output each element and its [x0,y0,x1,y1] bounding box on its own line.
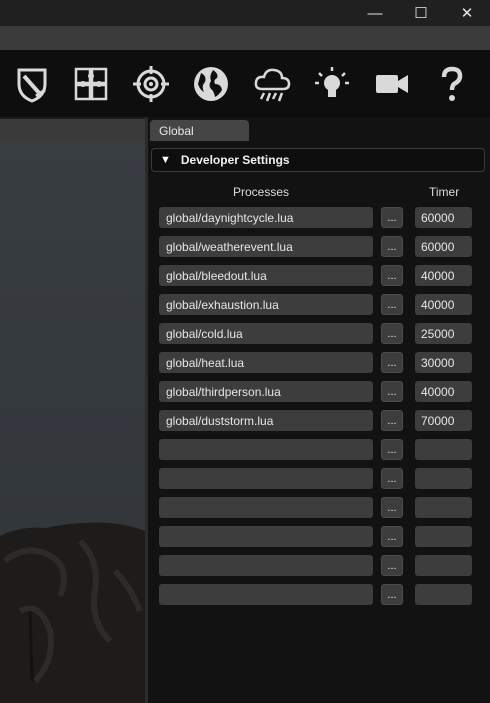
minimize-button[interactable]: — [352,0,398,26]
title-bar: — ☐ ✕ [0,0,490,26]
menu-strip [0,26,490,51]
lightbulb-icon[interactable] [307,50,357,117]
process-input[interactable]: global/exhaustion.lua [159,294,373,315]
browse-button[interactable]: ... [381,323,403,344]
process-input[interactable]: global/thirdperson.lua [159,381,373,402]
maximize-button[interactable]: ☐ [398,0,444,26]
browse-button[interactable]: ... [381,439,403,460]
browse-button[interactable]: ... [381,555,403,576]
processes-column-header: Processes [233,185,290,199]
timer-input[interactable] [415,555,472,576]
browse-button[interactable]: ... [381,381,403,402]
process-input[interactable] [159,497,373,518]
timer-input[interactable]: 60000 [415,207,472,228]
timer-input[interactable]: 70000 [415,410,472,431]
browse-button[interactable]: ... [381,497,403,518]
browse-button[interactable]: ... [381,294,403,315]
timer-input[interactable] [415,468,472,489]
tab-global[interactable]: Global [150,120,249,141]
global-panel: Global ▼ Developer Settings Processes Ti… [148,117,490,703]
process-input[interactable]: global/bleedout.lua [159,265,373,286]
process-input[interactable]: global/heat.lua [159,352,373,373]
browse-button[interactable]: ... [381,352,403,373]
process-input[interactable]: global/weatherevent.lua [159,236,373,257]
help-icon[interactable] [427,50,477,117]
timer-input[interactable]: 25000 [415,323,472,344]
timer-input[interactable] [415,497,472,518]
timer-input[interactable]: 40000 [415,381,472,402]
video-camera-icon[interactable] [367,50,417,117]
viewport-header [0,119,145,141]
timer-input[interactable] [415,584,472,605]
rain-cloud-icon[interactable] [247,50,297,117]
timer-input[interactable] [415,439,472,460]
section-title: Developer Settings [180,153,290,167]
process-input[interactable] [159,468,373,489]
timer-input[interactable]: 60000 [415,236,472,257]
browse-button[interactable]: ... [381,265,403,286]
process-input[interactable]: global/cold.lua [159,323,373,344]
browse-button[interactable]: ... [381,410,403,431]
scene-viewport[interactable] [0,141,145,703]
developer-settings-header[interactable]: ▼ Developer Settings [151,148,485,172]
process-input[interactable]: global/daynightcycle.lua [159,207,373,228]
process-input[interactable] [159,439,373,460]
globe-icon[interactable] [186,50,236,117]
timer-input[interactable] [415,526,472,547]
timer-input[interactable]: 40000 [415,294,472,315]
browse-button[interactable]: ... [381,236,403,257]
browse-button[interactable]: ... [381,526,403,547]
timer-input[interactable]: 40000 [415,265,472,286]
browse-button[interactable]: ... [381,468,403,489]
collapse-triangle-icon: ▼ [160,154,171,166]
toolbar [0,50,490,117]
close-button[interactable]: ✕ [444,0,490,26]
process-input[interactable] [159,555,373,576]
process-input[interactable] [159,526,373,547]
browse-button[interactable]: ... [381,207,403,228]
puzzle-icon[interactable] [66,50,116,117]
browse-button[interactable]: ... [381,584,403,605]
shield-sword-icon[interactable] [7,50,57,117]
timer-column-header: Timer [429,185,460,199]
process-input[interactable] [159,584,373,605]
process-input[interactable]: global/duststorm.lua [159,410,373,431]
target-icon[interactable] [126,50,176,117]
timer-input[interactable]: 30000 [415,352,472,373]
